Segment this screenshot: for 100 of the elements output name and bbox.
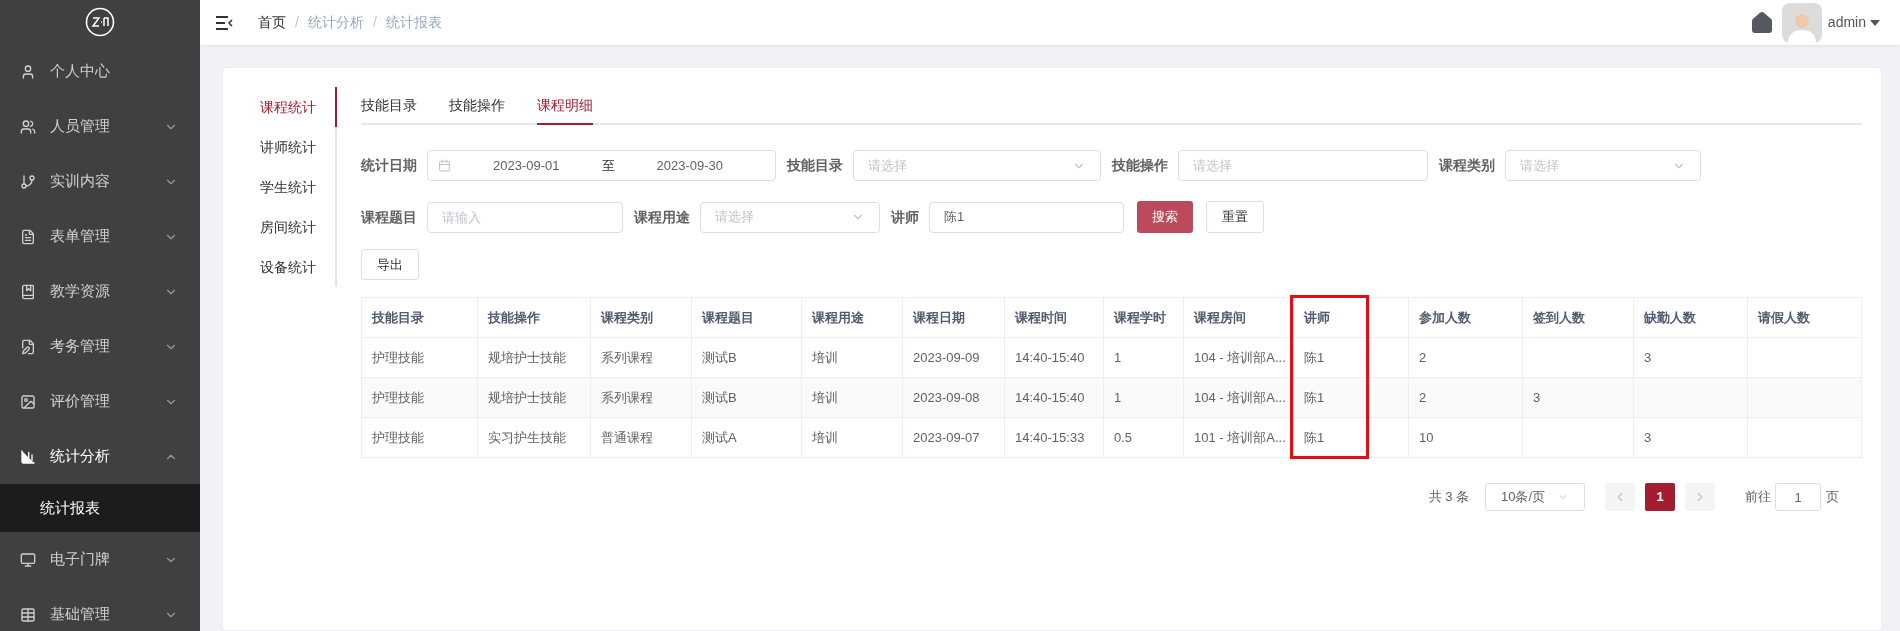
tab[interactable]: 技能目录 bbox=[361, 87, 417, 125]
sidebar-item[interactable]: 个人中心 bbox=[0, 44, 200, 99]
breadcrumb-item[interactable]: 首页 bbox=[258, 12, 286, 33]
table-cell: 2 bbox=[1408, 377, 1523, 418]
table-cell: 2023-09-08 bbox=[902, 377, 1005, 418]
sidebar-item[interactable]: 评价管理 bbox=[0, 374, 200, 429]
sidebar-item[interactable]: 基础管理 bbox=[0, 587, 200, 631]
goto-label: 前往 bbox=[1745, 488, 1771, 507]
column-header: 课程用途 bbox=[801, 297, 903, 338]
table-cell: 14:40-15:40 bbox=[1004, 337, 1104, 378]
breadcrumb-item: 统计报表 bbox=[385, 13, 442, 32]
table-cell: 普通课程 bbox=[590, 417, 692, 458]
table-cell: 0.5 bbox=[1103, 417, 1184, 458]
sidebar-item[interactable]: 人员管理 bbox=[0, 99, 200, 154]
sidebar-item[interactable]: 统计分析 bbox=[0, 429, 200, 484]
search-button[interactable]: 搜索 bbox=[1137, 201, 1193, 233]
tab[interactable]: 技能操作 bbox=[449, 87, 505, 125]
column-header: 课程类别 bbox=[590, 297, 692, 338]
table-cell: 3 bbox=[1633, 417, 1748, 458]
filter-label: 讲师 bbox=[891, 207, 919, 227]
tab[interactable]: 课程明细 bbox=[537, 87, 593, 125]
breadcrumb-separator: / bbox=[295, 13, 299, 32]
menu-icon[interactable] bbox=[216, 15, 233, 30]
sidebar-label: 实训内容 bbox=[50, 171, 111, 192]
sidebar-item[interactable]: 实训内容 bbox=[0, 154, 200, 209]
column-header: 技能操作 bbox=[477, 297, 591, 338]
page-size-select[interactable]: 10条/页 bbox=[1485, 483, 1585, 511]
caret-down-icon[interactable] bbox=[1870, 19, 1880, 26]
input-field[interactable]: 请选择 bbox=[1178, 150, 1428, 181]
sidebar-label: 表单管理 bbox=[50, 226, 111, 247]
column-header: 课程学时 bbox=[1103, 297, 1184, 338]
table-cell: 3 bbox=[1522, 377, 1634, 418]
users-icon bbox=[20, 118, 36, 135]
filter-label: 技能目录 bbox=[787, 156, 843, 175]
edit-icon bbox=[20, 338, 36, 355]
table-cell: 护理技能 bbox=[361, 377, 478, 418]
date-range-field[interactable]: 2023-09-01 至 2023-09-30 bbox=[427, 150, 776, 181]
document-icon bbox=[20, 228, 36, 245]
sidebar-item[interactable]: 表单管理 bbox=[0, 209, 200, 264]
table-cell: 2 bbox=[1408, 337, 1523, 378]
table-cell: 陈1 bbox=[1293, 377, 1409, 418]
branch-icon bbox=[20, 173, 36, 190]
table-cell: 测试B bbox=[691, 377, 802, 418]
end-date: 2023-09-30 bbox=[655, 156, 724, 175]
table-cell: 1 bbox=[1103, 377, 1184, 418]
sidebar-item[interactable]: 考务管理 bbox=[0, 319, 200, 374]
sidebar-label: 教学资源 bbox=[50, 281, 111, 302]
calendar-icon bbox=[438, 159, 451, 172]
side-tab[interactable]: 房间统计 bbox=[260, 207, 337, 247]
sidebar-label: 人员管理 bbox=[50, 116, 111, 137]
table-cell: 陈1 bbox=[1293, 337, 1409, 378]
filter-label: 课程题目 bbox=[361, 207, 417, 227]
column-header: 请假人数 bbox=[1747, 297, 1862, 338]
home-icon[interactable] bbox=[1749, 10, 1774, 35]
column-header: 签到人数 bbox=[1522, 297, 1634, 338]
column-header: 缺勤人数 bbox=[1633, 297, 1748, 338]
filter-label: 技能操作 bbox=[1112, 156, 1168, 175]
breadcrumb-separator: / bbox=[372, 13, 377, 32]
table-cell: 系列课程 bbox=[590, 377, 692, 418]
table-cell: 实习护生技能 bbox=[477, 417, 591, 458]
sidebar-item[interactable]: 教学资源 bbox=[0, 264, 200, 319]
side-tab[interactable]: 学生统计 bbox=[260, 167, 337, 207]
monitor-icon bbox=[20, 551, 36, 568]
table-cell: 101 - 培训部A... bbox=[1183, 417, 1294, 458]
user-icon bbox=[20, 63, 36, 80]
table-cell: 培训 bbox=[801, 417, 903, 458]
table-cell: 规培护士技能 bbox=[477, 377, 591, 418]
column-header: 课程房间 bbox=[1183, 297, 1294, 338]
side-tab[interactable]: 讲师统计 bbox=[260, 127, 337, 167]
table-cell: 104 - 培训部A... bbox=[1183, 377, 1294, 418]
side-tab[interactable]: 课程统计 bbox=[260, 87, 337, 127]
table-cell: 14:40-15:33 bbox=[1004, 417, 1104, 458]
goto-suffix: 页 bbox=[1826, 488, 1839, 507]
sidebar-item[interactable]: 电子门牌 bbox=[0, 532, 200, 587]
table-cell: 104 - 培训部A... bbox=[1183, 337, 1294, 378]
sidebar-subitem[interactable]: 统计报表 bbox=[0, 484, 200, 532]
table-cell: 培训 bbox=[801, 337, 903, 378]
sidebar-label: 统计分析 bbox=[50, 446, 111, 467]
page-button[interactable]: 1 bbox=[1645, 483, 1675, 511]
table-cell: 14:40-15:40 bbox=[1004, 377, 1104, 418]
table-cell: 测试B bbox=[691, 337, 802, 378]
image-icon bbox=[20, 393, 36, 410]
page-input[interactable]: 1 bbox=[1775, 483, 1821, 511]
side-tab[interactable]: 设备统计 bbox=[260, 247, 337, 287]
input-field[interactable]: 陈1 bbox=[929, 201, 1124, 233]
column-header: 参加人数 bbox=[1408, 297, 1523, 338]
filter-label: 课程类别 bbox=[1439, 156, 1495, 175]
sidebar-label: 个人中心 bbox=[50, 61, 111, 82]
sidebar-label: 电子门牌 bbox=[50, 549, 111, 570]
table-icon bbox=[20, 606, 36, 623]
export-button[interactable]: 导出 bbox=[361, 249, 419, 280]
column-header: 技能目录 bbox=[361, 297, 478, 338]
column-header: 课程日期 bbox=[902, 297, 1005, 338]
reset-button[interactable]: 重置 bbox=[1206, 201, 1264, 233]
user-name[interactable]: admin bbox=[1827, 12, 1866, 33]
input-field[interactable]: 请输入 bbox=[427, 201, 623, 233]
table-cell: 培训 bbox=[801, 377, 903, 418]
filter-label: 课程用途 bbox=[634, 207, 690, 227]
total-count: 共 3 条 bbox=[1428, 488, 1469, 507]
start-date: 2023-09-01 bbox=[492, 156, 561, 175]
